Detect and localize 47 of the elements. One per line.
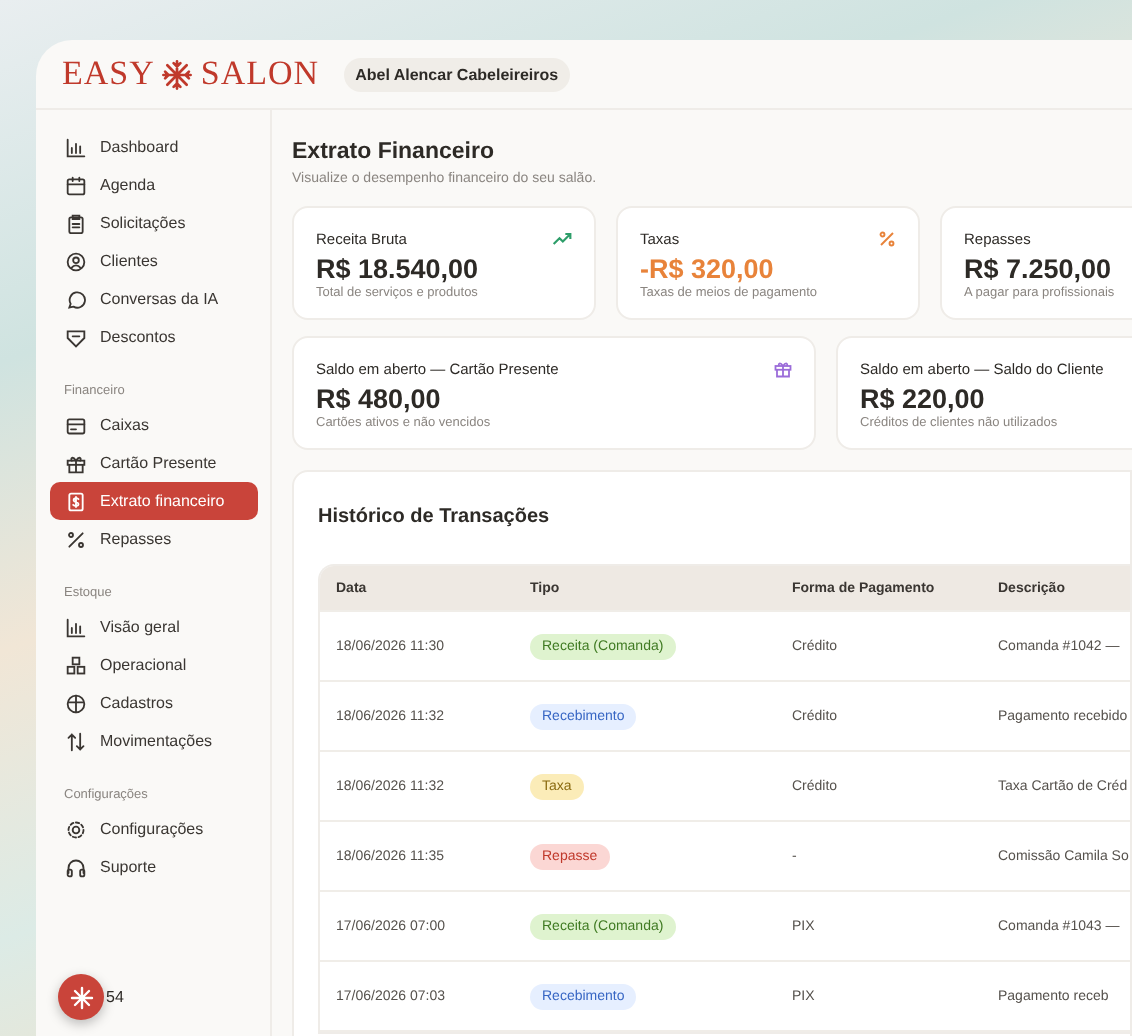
sidebar-item[interactable]: Descontos	[50, 318, 258, 356]
headset-icon	[66, 857, 86, 877]
sidebar-item[interactable]: Suporte	[50, 848, 258, 886]
sidebar-item[interactable]: Clientes	[50, 242, 258, 280]
arrows-icon	[66, 731, 86, 751]
logo-text: SALON	[200, 54, 320, 94]
sidebar-item[interactable]: Operacional	[50, 646, 258, 684]
sidebar-item[interactable]: Agenda	[50, 166, 258, 204]
count-text: 54	[106, 988, 124, 1006]
sidebar-item[interactable]: Dashboard	[50, 128, 258, 166]
trend-up-icon	[552, 232, 572, 246]
sidebar-item[interactable]: Movimentações	[50, 722, 258, 760]
gift-icon	[774, 360, 792, 378]
sidebar-item[interactable]: Conversas da IA	[50, 280, 258, 318]
stat-value: -R$ 320,00	[640, 254, 776, 284]
user-icon	[66, 251, 86, 271]
sidebar-item[interactable]: Configurações	[50, 810, 258, 848]
sidebar-item[interactable]: Repasses	[50, 520, 258, 558]
sidebar-item[interactable]: Cadastros	[50, 684, 258, 722]
wallet-icon	[66, 415, 86, 435]
cubes-icon	[66, 655, 86, 675]
snowflake-icon	[160, 57, 195, 91]
sidebar-item[interactable]: Extrato financeiro	[50, 482, 258, 520]
sidebar-item[interactable]: Solicitações	[50, 204, 258, 242]
logo-text: EASY	[62, 54, 155, 94]
stat-value: R$ 7.250,00	[964, 254, 1114, 284]
assistant-button[interactable]	[58, 974, 104, 1020]
balance-value: R$ 480,00	[316, 384, 443, 414]
salon-name-badge[interactable]: Abel Alencar Cabeleireiros	[343, 57, 571, 91]
sidebar-item[interactable]: Visão geral	[50, 608, 258, 646]
doc-icon	[66, 491, 86, 511]
calendar-icon	[66, 175, 86, 195]
balance-value: R$ 220,00	[860, 384, 987, 414]
chart-icon	[66, 617, 86, 637]
chat-icon	[66, 289, 86, 309]
chart-icon	[66, 137, 86, 157]
percent-icon	[878, 230, 896, 248]
clipboard-icon	[66, 213, 86, 233]
stat-value: R$ 18.540,00	[316, 254, 481, 284]
percent-icon	[66, 529, 86, 549]
sparkle-icon	[69, 985, 93, 1009]
panel-title: Histórico de Transações	[318, 506, 552, 528]
sidebar-item[interactable]: Cartão Presente	[50, 444, 258, 482]
sidebar-item[interactable]: Caixas	[50, 406, 258, 444]
gift-icon	[66, 453, 86, 473]
page-title: Extrato Financeiro	[292, 140, 496, 164]
tag-icon	[66, 327, 86, 347]
